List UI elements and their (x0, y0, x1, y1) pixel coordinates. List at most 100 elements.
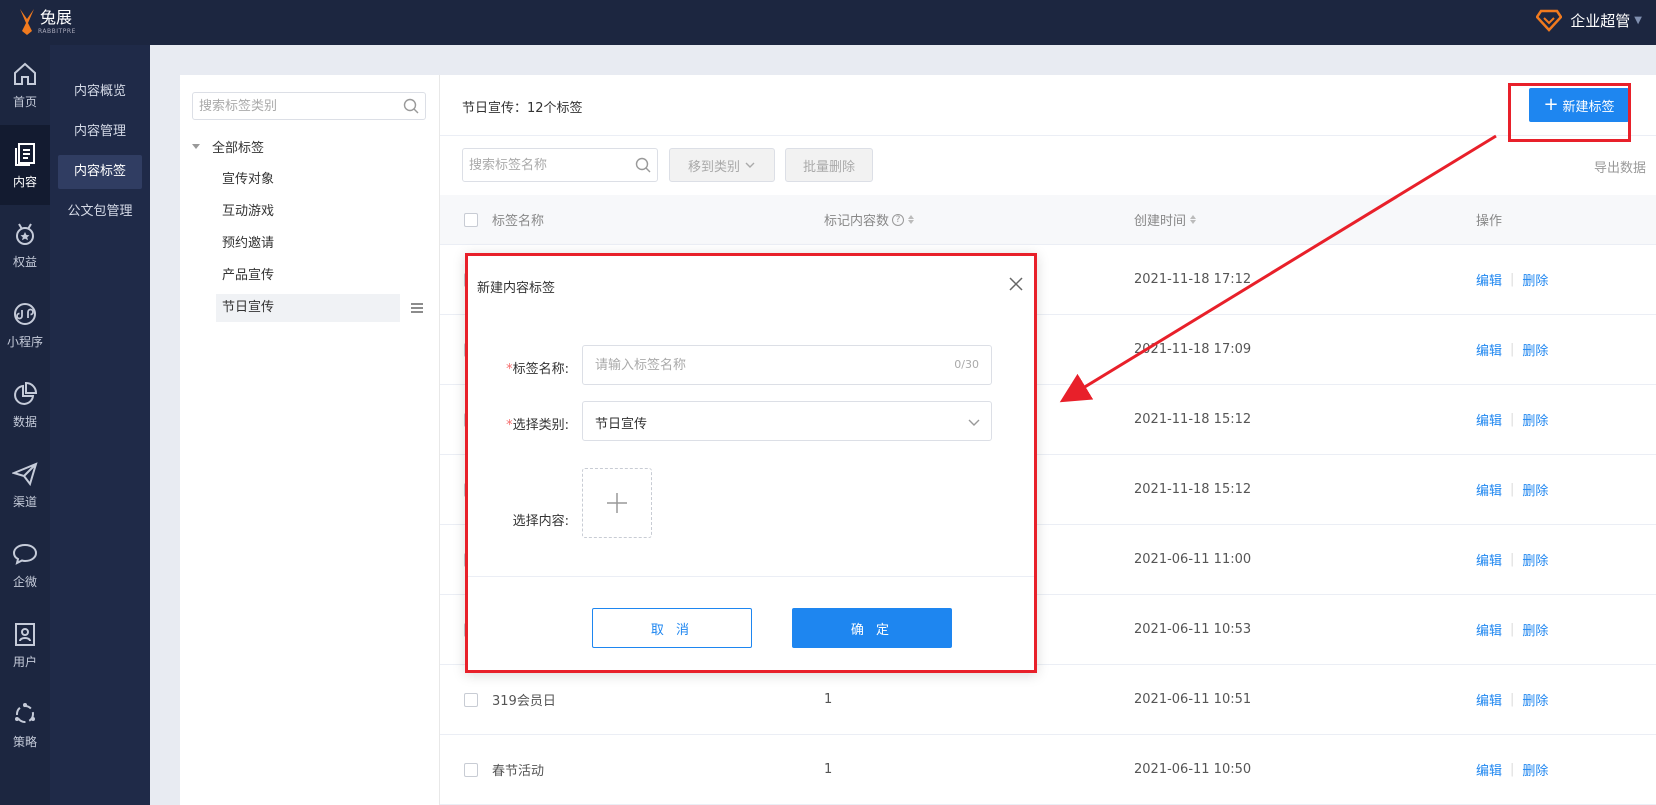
rail-item-home[interactable]: 首页 (0, 45, 50, 125)
edit-link[interactable]: 编辑 (1476, 270, 1502, 289)
category-select[interactable]: 节日宣传 (582, 401, 992, 441)
batch-delete-button[interactable]: 批量删除 (785, 148, 873, 182)
row-checkbox[interactable] (464, 762, 478, 777)
separator: | (1510, 552, 1515, 567)
edit-link[interactable]: 编辑 (1476, 410, 1502, 429)
subnav-item-manage[interactable]: 内容管理 (58, 115, 142, 149)
row-tag-name: 319会员日 (492, 694, 556, 709)
row-created-time: 2021-11-18 17:12 (1134, 272, 1252, 287)
separator: | (1510, 412, 1515, 427)
tree-item-appointment[interactable]: 预约邀请 (216, 230, 400, 258)
rail-item-strategy[interactable]: 策略 (0, 685, 50, 765)
category-panel: 全部标签 宣传对象 互动游戏 预约邀请 产品宣传 节日宣传 (180, 75, 440, 805)
separator: | (1510, 482, 1515, 497)
select-all-checkbox[interactable] (464, 212, 478, 227)
row-actions: 编辑 | 删除 (1476, 315, 1548, 384)
help-icon[interactable]: ? (892, 213, 905, 226)
rail-item-channel[interactable]: 渠道 (0, 445, 50, 525)
delete-link[interactable]: 删除 (1522, 550, 1548, 569)
menu-icon[interactable] (410, 301, 424, 315)
rail-item-content[interactable]: 内容 (0, 125, 50, 205)
move-to-category-button[interactable]: 移到类别 (669, 148, 775, 182)
row-actions: 编辑 | 删除 (1476, 245, 1548, 314)
close-icon[interactable] (1008, 276, 1024, 292)
tag-search (462, 148, 658, 182)
new-tag-dialog: 新建内容标签 *标签名称: 0/30 *选择类别: 节日宣传 选择内容: 取 消… (465, 253, 1037, 673)
char-counter: 0/30 (954, 358, 979, 371)
content-label: 选择内容: (512, 514, 569, 529)
subnav-item-overview[interactable]: 内容概览 (58, 75, 142, 109)
row-tag-name: 春节活动 (492, 764, 545, 779)
send-icon (12, 461, 38, 486)
row-created-time: 2021-06-11 10:50 (1134, 762, 1252, 777)
row-checkbox[interactable] (464, 692, 478, 707)
edit-link[interactable]: 编辑 (1476, 690, 1502, 709)
delete-link[interactable]: 删除 (1522, 340, 1548, 359)
tree-item-publicity-target[interactable]: 宣传对象 (216, 166, 400, 194)
delete-link[interactable]: 删除 (1522, 480, 1548, 499)
edit-link[interactable]: 编辑 (1476, 480, 1502, 499)
delete-link[interactable]: 删除 (1522, 760, 1548, 779)
diamond-icon (1536, 9, 1563, 32)
edit-link[interactable]: 编辑 (1476, 550, 1502, 569)
col-count[interactable]: 标记内容数 ? (824, 195, 915, 244)
sort-icon[interactable] (1190, 215, 1197, 224)
brand-name: 兔展 (40, 7, 73, 27)
row-content-count: 1 (824, 762, 833, 777)
search-icon[interactable] (635, 157, 651, 173)
row-content-count: 1 (824, 692, 833, 707)
row-created-time: 2021-06-11 11:00 (1134, 552, 1252, 567)
separator: | (1510, 762, 1515, 777)
category-tree-list: 宣传对象 互动游戏 预约邀请 产品宣传 节日宣传 (216, 166, 430, 326)
tree-item-interactive-game[interactable]: 互动游戏 (216, 198, 400, 226)
row-created-time: 2021-06-11 10:53 (1134, 622, 1252, 637)
edit-link[interactable]: 编辑 (1476, 760, 1502, 779)
delete-link[interactable]: 删除 (1522, 690, 1548, 709)
chevron-down-icon (745, 162, 755, 168)
medal-icon (16, 222, 34, 245)
tag-search-input[interactable] (463, 149, 623, 181)
cancel-button[interactable]: 取 消 (592, 608, 752, 648)
confirm-button[interactable]: 确 定 (792, 608, 952, 648)
delete-link[interactable]: 删除 (1522, 410, 1548, 429)
tag-name-input[interactable] (583, 346, 923, 384)
tree-root-all-tags[interactable]: 全部标签 (192, 137, 264, 156)
col-created[interactable]: 创建时间 (1134, 195, 1197, 244)
row-actions: 编辑 | 删除 (1476, 455, 1548, 524)
rail-item-miniprogram[interactable]: 小程序 (0, 285, 50, 365)
header-checkbox-cell (464, 195, 478, 244)
rail-item-benefits[interactable]: 权益 (0, 205, 50, 285)
brand-logo[interactable]: 兔展 RABBITPRE (16, 6, 76, 38)
row-checkbox-cell (464, 665, 478, 734)
main-nav-rail: 首页 内容 权益 小程序 数据 渠道 企微 用户 策略 (0, 45, 50, 805)
category-label: *选择类别: (506, 418, 569, 433)
category-select-value: 节日宣传 (595, 417, 648, 432)
delete-link[interactable]: 删除 (1522, 270, 1548, 289)
edit-link[interactable]: 编辑 (1476, 340, 1502, 359)
sort-icon[interactable] (908, 215, 915, 224)
separator: | (1510, 692, 1515, 707)
rail-item-data[interactable]: 数据 (0, 365, 50, 445)
add-content-button[interactable] (582, 468, 652, 538)
edit-link[interactable]: 编辑 (1476, 620, 1502, 639)
rail-item-users[interactable]: 用户 (0, 605, 50, 685)
subnav-item-tags[interactable]: 内容标签 (58, 155, 142, 189)
user-menu[interactable]: 企业超管 ▼ (1536, 8, 1642, 32)
delete-link[interactable]: 删除 (1522, 620, 1548, 639)
category-search (192, 92, 426, 120)
caret-down-icon[interactable] (192, 144, 200, 149)
home-icon (14, 62, 36, 85)
search-icon[interactable] (403, 98, 419, 114)
chevron-down-icon (968, 419, 980, 426)
list-header-title: 节日宣传：12个标签 (462, 101, 583, 116)
tree-item-festival[interactable]: 节日宣传 (216, 294, 423, 322)
table-row: 春节活动 1 2021-06-11 10:50 编辑 | 删除 (440, 735, 1656, 805)
tree-item-product[interactable]: 产品宣传 (216, 262, 400, 290)
row-actions: 编辑 | 删除 (1476, 595, 1548, 664)
category-search-input[interactable] (193, 93, 393, 119)
rail-item-wecom[interactable]: 企微 (0, 525, 50, 605)
export-data-link[interactable]: 导出数据 (1594, 157, 1646, 176)
separator: | (1510, 272, 1515, 287)
subnav-item-briefcase[interactable]: 公文包管理 (58, 195, 142, 229)
content-subnav: 内容概览 内容管理 内容标签 公文包管理 (50, 45, 150, 805)
